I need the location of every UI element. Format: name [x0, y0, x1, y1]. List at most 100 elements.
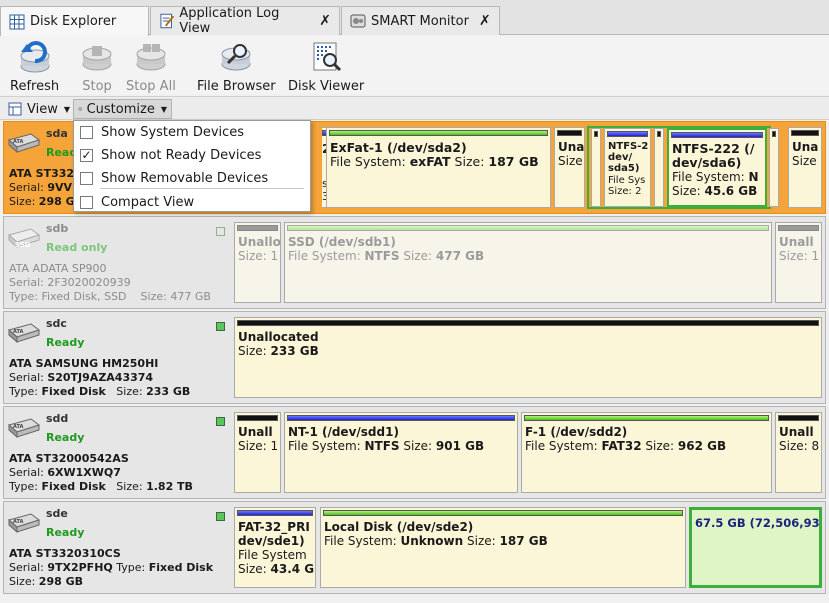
- disk-row-sde[interactable]: ATA sde Ready ATA ST3320310CS Serial: 9T…: [3, 501, 826, 594]
- partition-fs: File System: NTFS Size: 477 GB: [288, 249, 485, 263]
- hard-disk-icon: ATA: [7, 513, 41, 534]
- free-space[interactable]: 67.5 GB (72,506,93: [689, 507, 822, 588]
- partition-title: Una: [792, 140, 819, 154]
- partition-title: Local Disk (/dev/sde2): [324, 520, 474, 534]
- partition-bar: [237, 320, 819, 326]
- status-led: [216, 227, 225, 236]
- partition-bar: [607, 131, 648, 137]
- disk-size: Size: 298 G: [9, 195, 75, 208]
- tab-disk-explorer[interactable]: Disk Explorer: [0, 6, 149, 36]
- svg-text:ATA: ATA: [13, 329, 24, 335]
- partition-title: FAT-32_PRI: [238, 520, 310, 534]
- menu-item-show-not-ready-devices[interactable]: ✓ Show not Ready Devices: [80, 145, 261, 165]
- chevron-down-icon: ▼: [160, 104, 167, 114]
- svg-text:SSD: SSD: [15, 241, 31, 249]
- partition-size: Size: 43.4 G: [238, 562, 315, 576]
- partition-bar: [671, 132, 763, 138]
- partition-sdb1[interactable]: SSD (/dev/sdb1) File System: NTFS Size: …: [284, 222, 772, 303]
- partition-sliver[interactable]: [769, 128, 779, 207]
- partition-title: F-1 (/dev/sdd2): [525, 425, 628, 439]
- partition-sda5[interactable]: NTFS-2 dev/ sda5) File Sys Size: 2: [604, 128, 651, 207]
- partition-map: Unallo Size: 1 SSD (/dev/sdb1) File Syst…: [234, 222, 822, 303]
- partition-bar: [287, 225, 769, 231]
- partition-size: Size: 2: [608, 186, 642, 197]
- partition-unallocated[interactable]: Una Size: [788, 127, 822, 208]
- partition-size: Size: 1: [779, 249, 820, 263]
- partition-sde1[interactable]: FAT-32_PRI dev/sde1) File System Size: 4…: [234, 507, 316, 588]
- partition-map: FAT-32_PRI dev/sde1) File System Size: 4…: [234, 507, 822, 588]
- tab-label: SMART Monitor: [371, 13, 469, 29]
- free-space-label: 67.5 GB (72,506,93: [695, 516, 820, 530]
- partition-unallocated[interactable]: Unall Size: 1: [775, 222, 822, 303]
- disk-serial: Serial: 2F3020020939: [9, 276, 131, 289]
- grid-icon: [9, 14, 25, 29]
- view-button[interactable]: View ▼: [4, 99, 74, 119]
- tab-label: Application Log View: [179, 6, 280, 36]
- disk-name: sda: [46, 127, 68, 140]
- menu-item-show-removable-devices[interactable]: Show Removable Devices: [80, 168, 268, 188]
- partition-unallocated[interactable]: Unallocated Size: 233 GB: [234, 317, 822, 398]
- tab-bar: Disk Explorer Application Log View ✗ SMA…: [0, 0, 829, 36]
- menu-item-compact-view[interactable]: Compact View: [80, 192, 194, 212]
- partition-fs: File System: FAT32 Size: 962 GB: [525, 439, 727, 453]
- partition-unallocated[interactable]: Unall Size: 8: [775, 412, 822, 493]
- stop-all-label: Stop All: [126, 79, 176, 94]
- partition-size: Size: [792, 154, 817, 168]
- view-label: View: [27, 101, 58, 117]
- disk-viewer-button[interactable]: Disk Viewer: [288, 40, 364, 94]
- partition-sda2[interactable]: ExFat-1 (/dev/sda2) File System: exFAT S…: [326, 127, 551, 208]
- partition-sliver[interactable]: [591, 128, 601, 207]
- partition-size: Size: 233 GB: [238, 344, 319, 358]
- chevron-down-icon: ▼: [63, 104, 71, 114]
- partition-bar: [778, 225, 819, 231]
- partition-bar: [237, 415, 278, 421]
- partition-bar: [778, 415, 819, 421]
- partition-unallocated[interactable]: Unallo Size: 1: [234, 222, 281, 303]
- close-icon[interactable]: ✗: [479, 13, 491, 29]
- status-led: [216, 417, 225, 426]
- customize-button[interactable]: Customize ▼: [73, 99, 172, 119]
- disk-serial: Serial: 9VVI: [9, 181, 77, 194]
- disk-status: Ready: [46, 526, 85, 539]
- disk-status: Ready: [46, 431, 85, 444]
- disk-type: Type: Fixed Disk Size: 1.82 TB: [9, 480, 193, 493]
- menu-item-show-system-devices[interactable]: Show System Devices: [80, 122, 244, 142]
- partition-sdd1[interactable]: NT-1 (/dev/sdd1) File System: NTFS Size:…: [284, 412, 518, 493]
- disk-model: ATA ADATA SP900: [9, 262, 107, 275]
- refresh-button[interactable]: Refresh: [10, 40, 59, 94]
- tab-application-log-view[interactable]: Application Log View ✗: [150, 6, 340, 36]
- partition-sde2[interactable]: Local Disk (/dev/sde2) File System: Unkn…: [320, 507, 686, 588]
- partition-sliver[interactable]: [654, 128, 664, 207]
- partition-fs: File System: N: [672, 170, 759, 184]
- disk-row-sdb[interactable]: SSD sdb Read only ATA ADATA SP900 Serial…: [3, 216, 826, 309]
- partition-title: NT-1 (/dev/sdd1): [288, 425, 399, 439]
- checkbox[interactable]: [80, 125, 93, 139]
- disk-name: sdd: [46, 412, 69, 425]
- menu-item-label: Compact View: [101, 194, 195, 210]
- partition-bar: [791, 130, 819, 136]
- view-icon: [8, 102, 22, 116]
- checkbox-checked[interactable]: ✓: [80, 148, 93, 162]
- partition-title-line3: sda5): [608, 163, 640, 174]
- checkbox[interactable]: [80, 171, 93, 185]
- stop-button[interactable]: Stop: [80, 40, 114, 94]
- partition-sda6[interactable]: NTFS-222 (/ dev/sda6) File System: N Siz…: [667, 128, 767, 207]
- file-browser-label: File Browser: [197, 79, 276, 94]
- disk-row-sdc[interactable]: ATA sdc Ready ATA SAMSUNG HM250HI Serial…: [3, 311, 826, 404]
- partition-title-line2: dev/sda6): [672, 155, 742, 170]
- partition-map: Unall Size: 1 NT-1 (/dev/sdd1) File Syst…: [234, 412, 822, 493]
- file-browser-button[interactable]: File Browser: [197, 40, 276, 94]
- partition-bar: [323, 510, 683, 516]
- partition-unallocated[interactable]: Unall Size: 1: [234, 412, 281, 493]
- stop-all-button[interactable]: Stop All: [126, 40, 176, 94]
- smart-monitor-icon: [350, 14, 366, 28]
- disk-row-sdd[interactable]: ATA sdd Ready ATA ST32000542AS Serial: 6…: [3, 406, 826, 499]
- partition-unallocated[interactable]: Una Size: [554, 127, 585, 208]
- extended-partition[interactable]: NTFS-2 dev/ sda5) File Sys Size: 2 NTFS-…: [587, 126, 779, 209]
- view-bar: View ▼ Customize ▼: [0, 96, 829, 120]
- partition-bar: [287, 415, 515, 421]
- partition-sdd2[interactable]: F-1 (/dev/sdd2) File System: FAT32 Size:…: [521, 412, 772, 493]
- checkbox[interactable]: [80, 195, 93, 209]
- close-icon[interactable]: ✗: [319, 13, 331, 29]
- tab-smart-monitor[interactable]: SMART Monitor ✗: [341, 6, 500, 35]
